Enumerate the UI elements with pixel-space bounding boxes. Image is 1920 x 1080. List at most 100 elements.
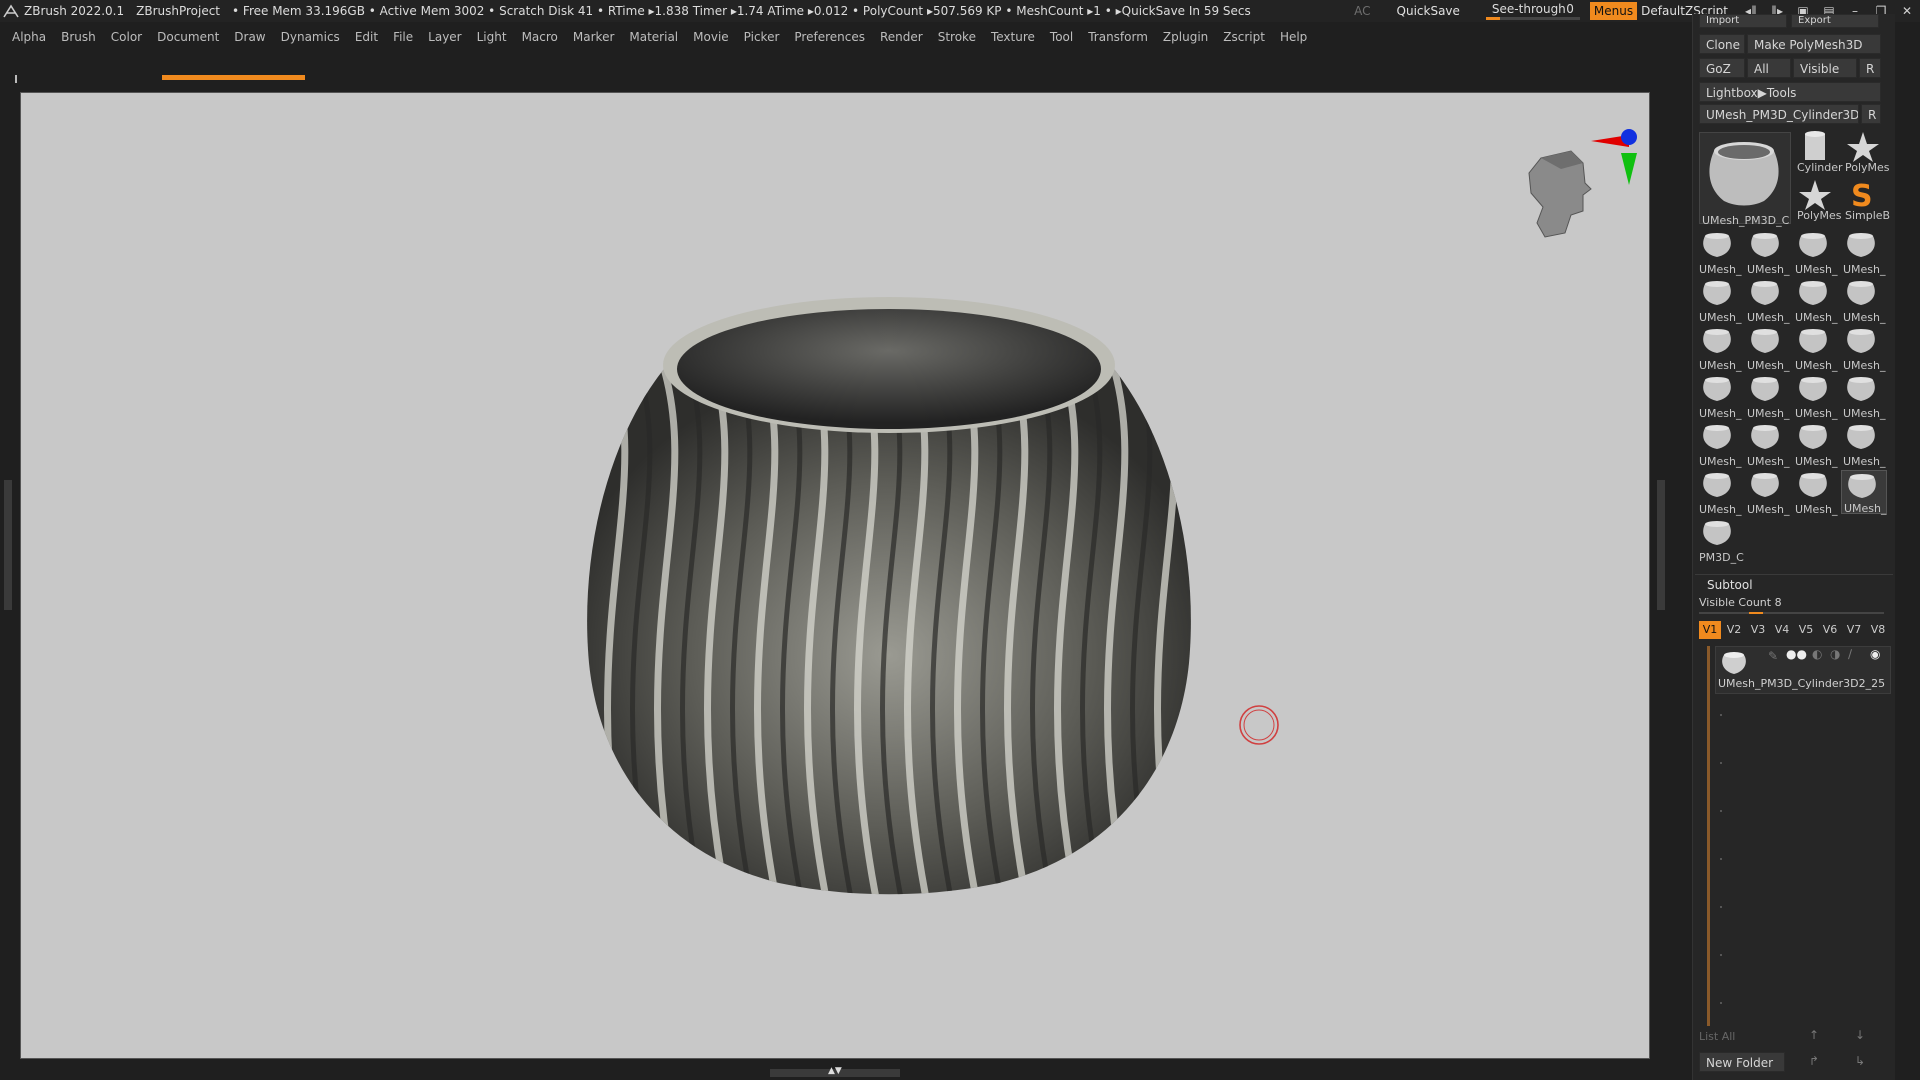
tab-v3[interactable]: V3 [1747,621,1769,639]
tool-thumb[interactable]: PM3D_C [1697,518,1744,564]
menu-brush[interactable]: Brush [61,30,96,44]
tool-thumb[interactable]: UMesh_ [1793,470,1839,516]
new-folder-button[interactable]: New Folder [1699,1052,1785,1072]
tool-thumb[interactable]: UMesh_ [1745,422,1791,468]
tool-thumb[interactable]: UMesh_ [1745,230,1791,276]
left-shelf-handle[interactable] [4,480,12,610]
menu-color[interactable]: Color [111,30,142,44]
menu-movie[interactable]: Movie [693,30,729,44]
material-toggle-icon[interactable]: ●● [1786,647,1807,661]
tool-thumb[interactable]: UMesh_ [1745,470,1791,516]
folder-merge-icon[interactable]: ↳ [1855,1054,1865,1068]
document-canvas[interactable] [20,92,1650,1059]
quicksave-button[interactable]: QuickSave [1397,4,1460,18]
tab-v5[interactable]: V5 [1795,621,1817,639]
tool-thumb[interactable]: UMesh_ [1745,278,1791,324]
menu-draw[interactable]: Draw [234,30,265,44]
tool-thumb[interactable]: UMesh_ [1697,230,1743,276]
goz-r-button[interactable]: R [1859,58,1881,78]
right-shelf-handle[interactable] [1657,480,1665,610]
menu-stroke[interactable]: Stroke [938,30,976,44]
brush-toggle-icon[interactable]: ∕ [1848,647,1852,661]
menu-zplugin[interactable]: Zplugin [1163,30,1208,44]
see-through-slider[interactable]: See-through 0 [1485,0,1582,22]
tool-polymesh-star[interactable]: PolyMes [1843,130,1890,174]
visible-count-label[interactable]: Visible Count 8 [1699,596,1782,609]
tab-v1[interactable]: V1 [1699,621,1721,639]
tool-thumb[interactable]: UMesh_ [1841,326,1887,372]
import-button[interactable]: Import [1699,14,1787,28]
tool-thumb[interactable]: UMesh_ [1745,374,1791,420]
tab-v8[interactable]: V8 [1867,621,1889,639]
menu-transform[interactable]: Transform [1088,30,1148,44]
close-icon[interactable]: ✕ [1894,4,1920,18]
menu-alpha[interactable]: Alpha [12,30,46,44]
list-all-button[interactable]: List All [1699,1030,1735,1043]
goz-visible-button[interactable]: Visible [1793,58,1857,78]
menu-help[interactable]: Help [1280,30,1307,44]
menus-button[interactable]: Menus [1589,2,1638,20]
move-up-icon[interactable]: ↑ [1809,1028,1819,1042]
menu-texture[interactable]: Texture [991,30,1035,44]
tool-polymesh-star-2[interactable]: PolyMes [1795,178,1842,222]
tool-thumb-selected[interactable]: UMesh_ [1841,470,1887,515]
subtool-header[interactable]: Subtool [1707,578,1753,592]
polypaint-icon[interactable]: ✎ [1768,649,1778,663]
mask-toggle-icon[interactable]: ◐ [1812,647,1822,661]
menu-edit[interactable]: Edit [355,30,378,44]
tool-thumb[interactable]: UMesh_ [1793,326,1839,372]
visible-count-slider[interactable] [1699,612,1884,614]
subtool-item[interactable]: ✎ ●● ◐ ◑ ∕ ◉ UMesh_PM3D_Cylinder3D2_25 [1715,646,1891,694]
current-tool-r-button[interactable]: R [1861,104,1881,124]
tool-thumb[interactable]: UMesh_ [1841,230,1887,276]
tool-thumb[interactable]: UMesh_ [1841,422,1887,468]
bottom-shelf-handle[interactable]: ▲▼ [770,1066,900,1077]
menu-picker[interactable]: Picker [744,30,780,44]
menu-material[interactable]: Material [629,30,678,44]
menu-dynamics[interactable]: Dynamics [281,30,340,44]
tool-thumb[interactable]: UMesh_ [1841,374,1887,420]
current-tool-thumbnail[interactable]: UMesh_PM3D_C [1699,132,1791,227]
subtool-scrollbar[interactable] [1707,646,1710,1026]
tool-simplebrush[interactable]: S SimpleB [1843,178,1890,222]
tool-thumb[interactable]: UMesh_ [1697,422,1743,468]
tool-thumb[interactable]: UMesh_ [1697,278,1743,324]
dynamics-icon[interactable]: ◑ [1830,647,1840,661]
tool-thumb[interactable]: UMesh_ [1793,374,1839,420]
tool-thumb[interactable]: UMesh_ [1697,326,1743,372]
folder-redo-icon[interactable]: ↱ [1809,1054,1819,1068]
menu-macro[interactable]: Macro [522,30,558,44]
tool-cylinder[interactable]: Cylinder [1795,130,1843,174]
tool-thumb[interactable]: UMesh_ [1697,470,1743,516]
make-polymesh3d-button[interactable]: Make PolyMesh3D [1747,34,1881,54]
tab-v4[interactable]: V4 [1771,621,1793,639]
tool-thumb[interactable]: UMesh_ [1793,422,1839,468]
current-tool-name[interactable]: UMesh_PM3D_Cylinder3D2_25 [1699,104,1859,124]
menu-document[interactable]: Document [157,30,219,44]
ac-button[interactable]: AC [1354,4,1370,18]
menu-file[interactable]: File [393,30,413,44]
see-through-track[interactable] [1485,17,1580,20]
menu-preferences[interactable]: Preferences [794,30,865,44]
tab-v2[interactable]: V2 [1723,621,1745,639]
project-name[interactable]: ZBrushProject [136,4,220,18]
menu-render[interactable]: Render [880,30,923,44]
tool-thumb[interactable]: UMesh_ [1793,278,1839,324]
export-button[interactable]: Export [1791,14,1879,28]
tool-thumb[interactable]: UMesh_ [1697,374,1743,420]
menu-zscript[interactable]: Zscript [1223,30,1265,44]
goz-all-button[interactable]: All [1747,58,1791,78]
menu-tool[interactable]: Tool [1050,30,1073,44]
tool-thumb[interactable]: UMesh_ [1745,326,1791,372]
lightbox-tools-button[interactable]: Lightbox▶Tools [1699,82,1881,102]
menu-light[interactable]: Light [477,30,507,44]
tool-thumb[interactable]: UMesh_ [1793,230,1839,276]
tab-v7[interactable]: V7 [1843,621,1865,639]
tool-thumb[interactable]: UMesh_ [1841,278,1887,324]
tab-v6[interactable]: V6 [1819,621,1841,639]
menu-layer[interactable]: Layer [428,30,461,44]
menu-marker[interactable]: Marker [573,30,614,44]
navigation-head-gizmo[interactable] [1501,123,1641,263]
goz-button[interactable]: GoZ [1699,58,1745,78]
visibility-eye-icon[interactable]: ◉ [1870,647,1880,661]
